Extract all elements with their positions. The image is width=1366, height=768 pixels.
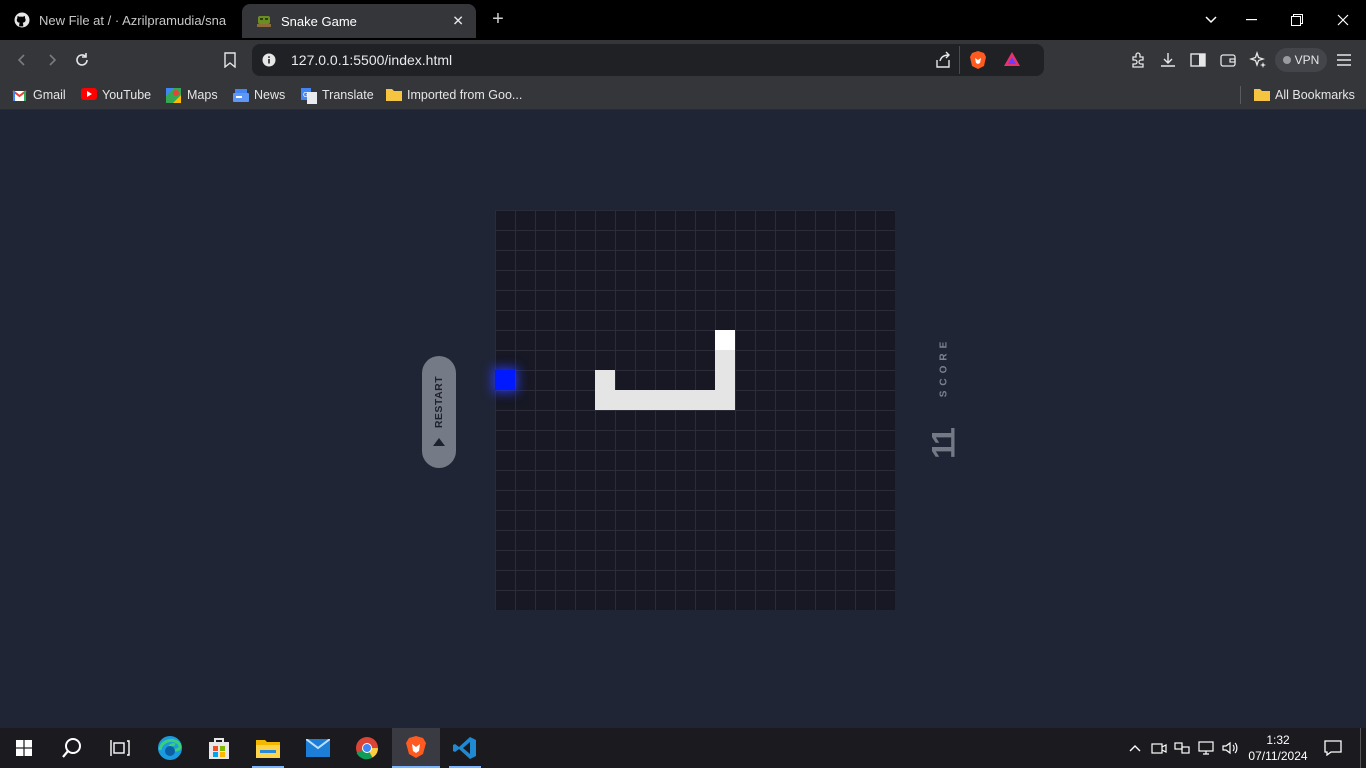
snake-segment xyxy=(715,390,735,410)
score-value: 11 xyxy=(925,429,962,459)
volume-icon[interactable] xyxy=(1220,738,1240,758)
bookmark-label: Gmail xyxy=(33,88,66,102)
vpn-label: VPN xyxy=(1294,53,1320,67)
chevron-up-icon[interactable] xyxy=(1125,738,1145,758)
all-bookmarks-folder[interactable]: All Bookmarks xyxy=(1254,86,1355,104)
snake-segment xyxy=(695,390,715,410)
snake-segment xyxy=(715,370,735,390)
mail-icon[interactable] xyxy=(294,728,342,768)
snake-segment xyxy=(655,390,675,410)
bookmark-icon[interactable] xyxy=(218,48,242,72)
close-tab-icon[interactable]: ✕ xyxy=(452,13,464,30)
bookmark-maps[interactable]: Maps xyxy=(166,86,218,104)
snake-favicon xyxy=(256,13,272,29)
clock-time: 1:32 xyxy=(1266,733,1290,747)
snake-segment xyxy=(715,350,735,370)
address-bar[interactable]: 127.0.0.1:5500/index.html xyxy=(252,44,1044,76)
url-text[interactable]: 127.0.0.1:5500/index.html xyxy=(291,52,452,68)
share-icon[interactable] xyxy=(934,51,952,74)
bookmark-youtube[interactable]: YouTube xyxy=(81,86,151,104)
leo-ai-icon[interactable] xyxy=(1246,48,1270,72)
network-icon[interactable] xyxy=(1196,738,1216,758)
show-desktop-divider[interactable] xyxy=(1360,728,1361,768)
notification-center-icon[interactable] xyxy=(1323,738,1343,758)
bookmark-news[interactable]: News xyxy=(233,86,285,104)
gmail-icon xyxy=(12,88,27,103)
bookmark-label: Maps xyxy=(187,88,218,102)
restart-label: RESTART xyxy=(433,375,445,429)
forward-button[interactable] xyxy=(40,48,64,72)
news-icon xyxy=(233,88,249,103)
bookmark-imported-folder[interactable]: Imported from Goo... xyxy=(386,86,522,104)
vpn-status-dot-icon xyxy=(1282,56,1291,64)
maps-icon xyxy=(166,87,181,103)
bookmark-label: Translate xyxy=(322,88,374,102)
windows-start-icon[interactable] xyxy=(0,728,48,768)
brave-shields-icon[interactable] xyxy=(969,50,987,75)
bookmark-translate[interactable]: G Translate xyxy=(301,86,374,104)
minimize-button[interactable] xyxy=(1228,0,1274,40)
close-window-button[interactable] xyxy=(1320,0,1366,40)
search-icon[interactable] xyxy=(48,728,96,768)
tab-label: New File at / · Azrilpramudia/snake- xyxy=(39,12,227,28)
meet-now-icon[interactable] xyxy=(1149,738,1169,758)
network-adapter-icon[interactable] xyxy=(1172,738,1192,758)
bookmarks-divider xyxy=(1240,86,1241,104)
site-info-icon[interactable] xyxy=(262,53,276,72)
store-icon[interactable] xyxy=(195,728,243,768)
snake-segment xyxy=(615,390,635,410)
download-icon[interactable] xyxy=(1156,48,1180,72)
vscode-icon[interactable] xyxy=(441,728,489,768)
snake-segment xyxy=(595,390,615,410)
task-view-icon[interactable] xyxy=(96,728,144,768)
snake-segment xyxy=(635,390,655,410)
brave-taskbar-icon[interactable] xyxy=(392,728,440,768)
restore-button[interactable] xyxy=(1274,0,1320,40)
bookmark-gmail[interactable]: Gmail xyxy=(12,86,66,104)
tab-snake-game[interactable]: Snake Game ✕ xyxy=(242,4,476,38)
omnibox-divider xyxy=(959,46,960,74)
clock-date: 07/11/2024 xyxy=(1248,749,1308,763)
bookmarks-bar: Gmail YouTube Maps News G Translate Impo… xyxy=(0,80,1366,110)
bookmark-label: News xyxy=(254,88,286,102)
tab-bar: New File at / · Azrilpramudia/snake- Sna… xyxy=(0,0,1366,40)
snake-segment xyxy=(595,370,615,390)
tab-github[interactable]: New File at / · Azrilpramudia/snake- xyxy=(0,0,240,40)
restart-button[interactable]: RESTART xyxy=(422,356,456,468)
bookmark-label: All Bookmarks xyxy=(1275,88,1355,102)
bookmark-label: YouTube xyxy=(102,88,152,102)
wallet-icon[interactable] xyxy=(1216,48,1240,72)
snake-head xyxy=(715,330,735,350)
edge-icon[interactable] xyxy=(146,728,194,768)
folder-icon xyxy=(1254,88,1270,103)
snake-segment xyxy=(675,390,695,410)
page-content: RESTART SCORE 11 xyxy=(0,110,1366,728)
github-icon xyxy=(14,12,30,28)
brave-rewards-icon[interactable] xyxy=(1003,51,1021,72)
score-label: SCORE xyxy=(938,336,950,398)
folder-icon xyxy=(386,88,402,103)
chrome-icon[interactable] xyxy=(343,728,391,768)
translate-icon: G xyxy=(301,87,317,104)
menu-icon[interactable] xyxy=(1332,48,1356,72)
tab-label: Snake Game xyxy=(281,13,357,29)
vpn-button[interactable]: VPN xyxy=(1275,48,1327,72)
svg-text:G: G xyxy=(303,92,308,99)
bookmark-label: Imported from Goo... xyxy=(407,88,523,102)
game-board xyxy=(495,210,895,610)
windows-taskbar: 1:32 07/11/2024 xyxy=(0,728,1366,768)
play-triangle-icon xyxy=(433,438,445,446)
extensions-icon[interactable] xyxy=(1126,48,1150,72)
youtube-icon xyxy=(81,87,97,103)
system-clock[interactable]: 1:32 07/11/2024 xyxy=(1240,732,1316,764)
reload-button[interactable] xyxy=(70,48,94,72)
new-tab-button[interactable]: + xyxy=(486,8,510,32)
file-explorer-icon[interactable] xyxy=(244,728,292,768)
back-button[interactable] xyxy=(10,48,34,72)
sidebar-toggle-icon[interactable] xyxy=(1186,48,1210,72)
food-pellet xyxy=(495,370,515,390)
